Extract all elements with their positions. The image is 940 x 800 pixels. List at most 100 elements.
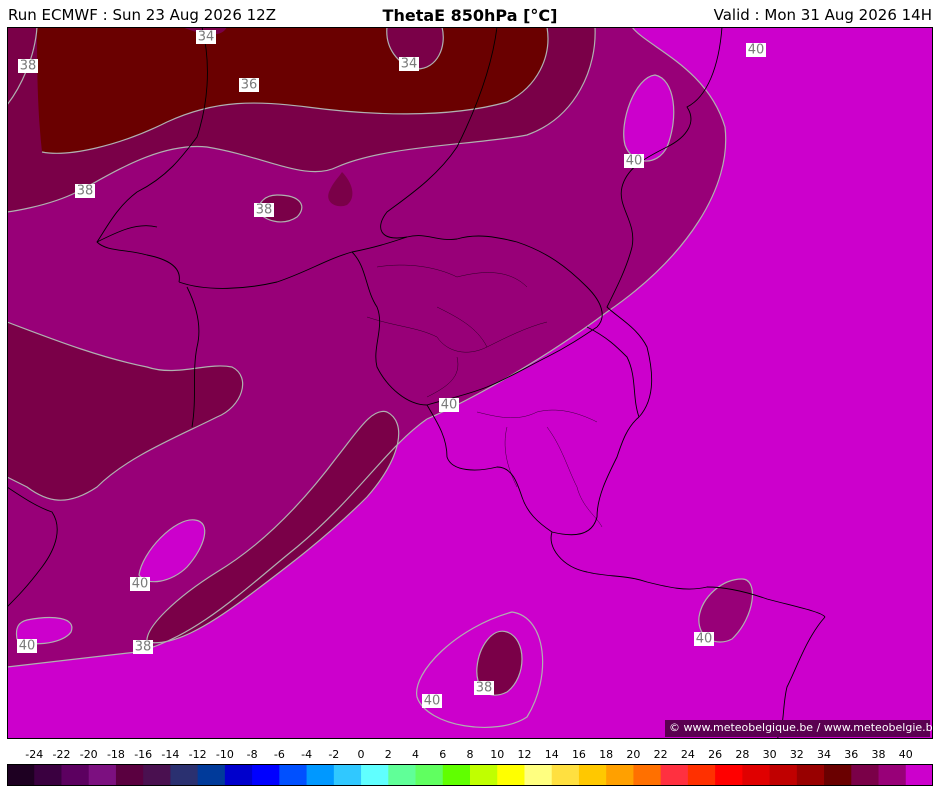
svg-text:38: 38 — [256, 203, 273, 218]
legend-swatch — [633, 764, 662, 786]
legend-tick-label: 36 — [844, 748, 859, 761]
legend-swatch — [497, 764, 526, 786]
legend-swatch — [279, 764, 308, 786]
legend-tick-label: 0 — [357, 748, 365, 761]
contour-label: 34 — [196, 30, 216, 45]
svg-text:38: 38 — [135, 640, 152, 655]
legend-swatch — [61, 764, 90, 786]
contour-label: 34 — [399, 57, 419, 72]
legend-tick-label: -4 — [301, 748, 313, 761]
contour-label: 38 — [18, 59, 38, 74]
contour-label: 40 — [746, 43, 766, 58]
legend-tick-label: 10 — [490, 748, 505, 761]
legend-tick-label: -12 — [188, 748, 207, 761]
legend-tick-label: -18 — [106, 748, 125, 761]
legend-swatch — [715, 764, 743, 786]
svg-text:40: 40 — [441, 398, 458, 413]
legend-swatch — [415, 764, 444, 786]
contour-label: 40 — [17, 639, 37, 654]
legend-swatch — [878, 764, 907, 786]
legend-tick-label: 26 — [708, 748, 723, 761]
legend-swatch — [578, 764, 607, 786]
legend-swatch — [742, 764, 771, 786]
legend-colorbar — [7, 764, 933, 786]
legend-tick-label: 22 — [653, 748, 668, 761]
legend-swatch — [224, 764, 253, 786]
contour-label: 38 — [75, 184, 95, 199]
legend-tick-label: 32 — [789, 748, 804, 761]
contour-label: 38 — [133, 640, 153, 655]
legend-swatch — [252, 764, 280, 786]
legend-tick-label: -22 — [52, 748, 71, 761]
legend-swatch — [170, 764, 199, 786]
legend-swatch — [551, 764, 580, 786]
legend-swatch — [687, 764, 716, 786]
legend-tick-label: 2 — [384, 748, 392, 761]
contour-label: 40 — [130, 577, 150, 592]
legend-tick-label: 12 — [517, 748, 532, 761]
contour-label: 38 — [254, 203, 274, 218]
legend-swatch — [442, 764, 471, 786]
legend-tick-label: 6 — [439, 748, 447, 761]
thetae-map: 38 34 34 36 40 40 38 38 40 40 40 38 40 3… — [7, 27, 933, 739]
legend-tick-label: -20 — [79, 748, 98, 761]
legend-tick-label: 40 — [898, 748, 913, 761]
svg-text:38: 38 — [20, 59, 37, 74]
legend-tick-label: 4 — [412, 748, 420, 761]
svg-text:38: 38 — [476, 681, 493, 696]
legend-swatch — [824, 764, 852, 786]
contour-label: 40 — [439, 398, 459, 413]
contour-label: 40 — [694, 632, 714, 647]
legend-swatch — [34, 764, 63, 786]
valid-time: Valid : Mon 31 Aug 2026 14H — [713, 6, 932, 24]
copyright-text: © www.meteobelgique.be / www.meteobelgie… — [669, 721, 940, 734]
legend-tick-label: 38 — [871, 748, 886, 761]
svg-text:40: 40 — [132, 577, 149, 592]
svg-text:40: 40 — [696, 632, 713, 647]
legend-tick-label: 14 — [544, 748, 559, 761]
legend-swatch — [88, 764, 117, 786]
svg-text:40: 40 — [626, 154, 643, 169]
svg-text:36: 36 — [241, 78, 258, 93]
svg-text:34: 34 — [401, 57, 418, 72]
svg-text:40: 40 — [424, 694, 441, 709]
svg-text:40: 40 — [748, 43, 765, 58]
legend-tick-label: -14 — [161, 748, 180, 761]
legend-tick-label: 18 — [599, 748, 614, 761]
contour-label: 36 — [239, 78, 259, 93]
legend-swatch — [115, 764, 144, 786]
legend-swatch — [388, 764, 417, 786]
legend-tick-label: 24 — [680, 748, 695, 761]
legend-swatch — [660, 764, 689, 786]
legend-tick-label: -2 — [328, 748, 340, 761]
legend-swatch — [905, 764, 933, 786]
legend-swatch — [197, 764, 226, 786]
legend-swatch — [361, 764, 389, 786]
svg-text:40: 40 — [19, 639, 36, 654]
legend-tick-label: -16 — [134, 748, 153, 761]
legend-tick-label: -10 — [215, 748, 234, 761]
legend-tick-label: 34 — [817, 748, 832, 761]
legend-swatch — [796, 764, 825, 786]
legend-swatch — [524, 764, 553, 786]
legend-tick-label: -8 — [246, 748, 258, 761]
legend-tick-label: 20 — [626, 748, 641, 761]
legend-tick-label: 28 — [735, 748, 750, 761]
legend-tick-label: 8 — [466, 748, 474, 761]
legend-tick-label: 16 — [571, 748, 586, 761]
contour-label: 40 — [624, 154, 644, 169]
svg-text:34: 34 — [198, 30, 215, 45]
contour-label: 38 — [474, 681, 494, 696]
legend-tick-label: -24 — [25, 748, 44, 761]
legend-swatch — [333, 764, 362, 786]
legend-swatch — [851, 764, 880, 786]
legend-swatch — [470, 764, 498, 786]
legend-tick-label: -6 — [273, 748, 285, 761]
legend-swatch — [306, 764, 335, 786]
svg-text:38: 38 — [77, 184, 94, 199]
legend-swatch — [606, 764, 635, 786]
legend-swatch — [7, 764, 35, 786]
legend-swatch — [143, 764, 172, 786]
contour-label: 40 — [422, 694, 442, 709]
legend-swatch — [769, 764, 798, 786]
